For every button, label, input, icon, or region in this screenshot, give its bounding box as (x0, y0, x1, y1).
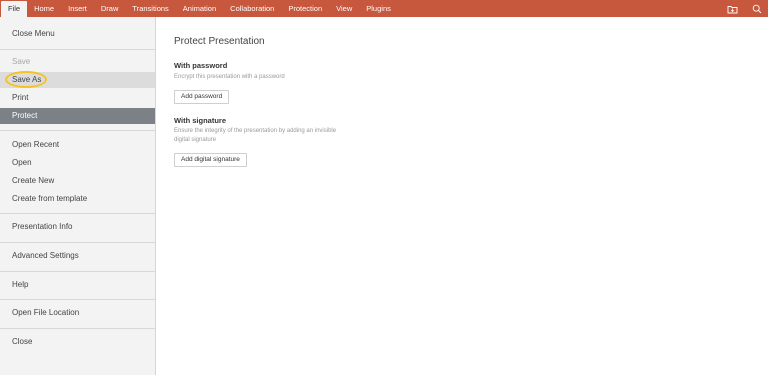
tab-collaboration[interactable]: Collaboration (223, 0, 281, 17)
close-menu-item[interactable]: Close Menu (0, 26, 155, 42)
tab-file[interactable]: File (1, 1, 28, 17)
signature-section-heading: With signature (174, 116, 227, 125)
help-item[interactable]: Help (0, 277, 155, 293)
search-icon[interactable] (751, 3, 762, 14)
tab-draw[interactable]: Draw (94, 0, 126, 17)
open-file-location-icon[interactable] (727, 3, 738, 14)
add-password-button[interactable]: Add password (174, 90, 230, 104)
tab-home[interactable]: Home (27, 0, 61, 17)
open-item[interactable]: Open (0, 155, 155, 171)
signature-section-description: Ensure the integrity of the presentation… (174, 128, 337, 143)
open-recent-item[interactable]: Open Recent (0, 137, 155, 153)
create-from-template-item[interactable]: Create from template (0, 191, 155, 207)
save-item: Save (12, 57, 31, 66)
password-section-heading: With password (174, 61, 228, 70)
menubar-right-tools (727, 0, 762, 17)
sidebar-divider (0, 271, 155, 272)
password-section-description: Encrypt this presentation with a passwor… (174, 74, 285, 80)
close-item[interactable]: Close (0, 334, 155, 350)
tab-transitions[interactable]: Transitions (125, 0, 175, 17)
tab-animation[interactable]: Animation (176, 0, 223, 17)
sidebar-divider (0, 299, 155, 300)
create-new-item[interactable]: Create New (0, 173, 155, 189)
sidebar-divider (0, 242, 155, 243)
top-menu-bar: File Home Insert Draw Transitions Animat… (0, 0, 768, 17)
print-item[interactable]: Print (0, 90, 155, 106)
presentation-info-item[interactable]: Presentation Info (0, 219, 155, 235)
protect-item[interactable]: Protect (0, 108, 155, 124)
open-file-location-item[interactable]: Open File Location (0, 305, 155, 321)
sidebar-divider (0, 49, 155, 50)
tab-protection[interactable]: Protection (281, 0, 329, 17)
add-digital-signature-button[interactable]: Add digital signature (174, 153, 247, 167)
tab-insert[interactable]: Insert (61, 0, 94, 17)
sidebar-divider (0, 130, 155, 131)
app-window: File Home Insert Draw Transitions Animat… (0, 0, 768, 375)
tab-view[interactable]: View (329, 0, 359, 17)
sidebar-divider (0, 328, 155, 329)
save-as-item[interactable]: Save As (0, 72, 155, 88)
sidebar-divider (0, 213, 155, 214)
page-title: Protect Presentation (174, 36, 265, 47)
tab-plugins[interactable]: Plugins (359, 0, 398, 17)
advanced-settings-item[interactable]: Advanced Settings (0, 248, 155, 264)
file-menu-sidebar: Close Menu Save Save As Print Protect Op… (0, 17, 156, 375)
